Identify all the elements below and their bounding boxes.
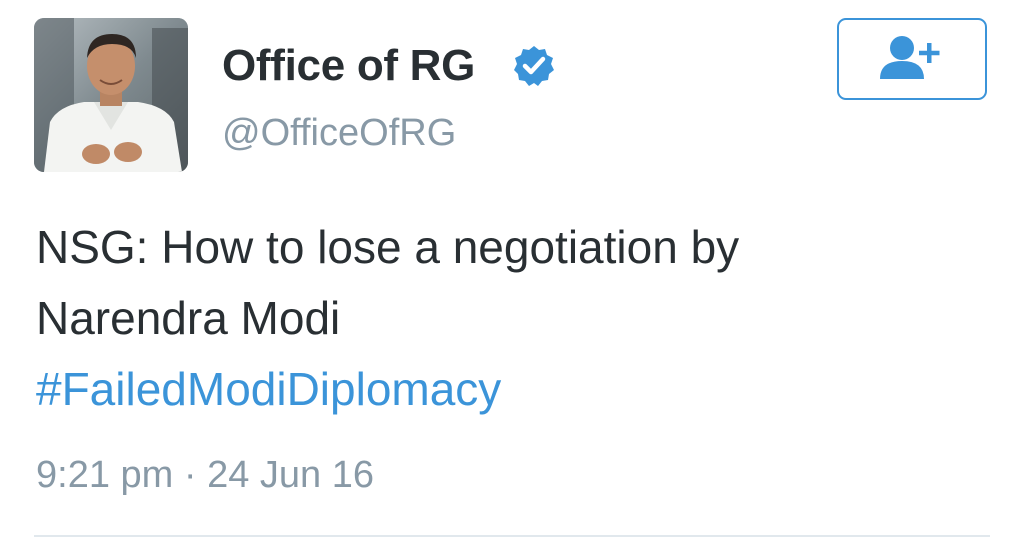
tweet-text-line: NSG: How to lose a negotiation by xyxy=(36,221,740,273)
divider xyxy=(34,535,990,537)
hashtag-link[interactable]: #FailedModiDiplomacy xyxy=(36,354,996,425)
profile-photo xyxy=(34,18,188,172)
tweet-text-line: Narendra Modi xyxy=(36,292,341,344)
follow-button[interactable] xyxy=(837,18,987,100)
verified-badge-icon xyxy=(514,46,554,86)
user-handle[interactable]: @OfficeOfRG xyxy=(222,110,456,156)
add-user-icon xyxy=(880,36,940,79)
avatar[interactable] xyxy=(34,18,188,172)
tweet-timestamp[interactable]: 9:21 pm · 24 Jun 16 xyxy=(36,452,374,498)
tweet-text: NSG: How to lose a negotiation by Narend… xyxy=(36,212,996,425)
display-name[interactable]: Office of RG xyxy=(222,40,475,92)
